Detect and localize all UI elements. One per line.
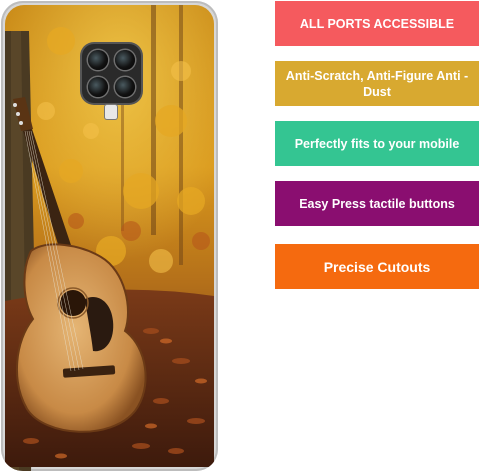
feature-label: ALL PORTS ACCESSIBLE: [299, 16, 455, 31]
camera-lens-icon: [115, 77, 135, 97]
feature-label: Easy Press tactile buttons: [299, 196, 455, 211]
camera-module: [82, 44, 141, 103]
camera-lens-icon: [88, 77, 108, 97]
feature-perfect-fit: Perfectly fits to your mobile: [275, 121, 479, 166]
feature-tactile-buttons: Easy Press tactile buttons: [275, 181, 479, 226]
phone-case-image: [1, 1, 218, 471]
camera-lens-icon: [115, 50, 135, 70]
feature-precise-cutouts: Precise Cutouts: [275, 244, 479, 289]
camera-lens-icon: [88, 50, 108, 70]
feature-ports-accessible: ALL PORTS ACCESSIBLE: [275, 1, 479, 46]
feature-label: Perfectly fits to your mobile: [294, 136, 460, 151]
feature-label: Precise Cutouts: [323, 258, 431, 275]
flash-cutout: [105, 105, 117, 119]
feature-anti-scratch: Anti-Scratch, Anti-Figure Anti -Dust: [275, 61, 479, 106]
feature-label: Anti-Scratch, Anti-Figure Anti -Dust: [285, 68, 469, 99]
